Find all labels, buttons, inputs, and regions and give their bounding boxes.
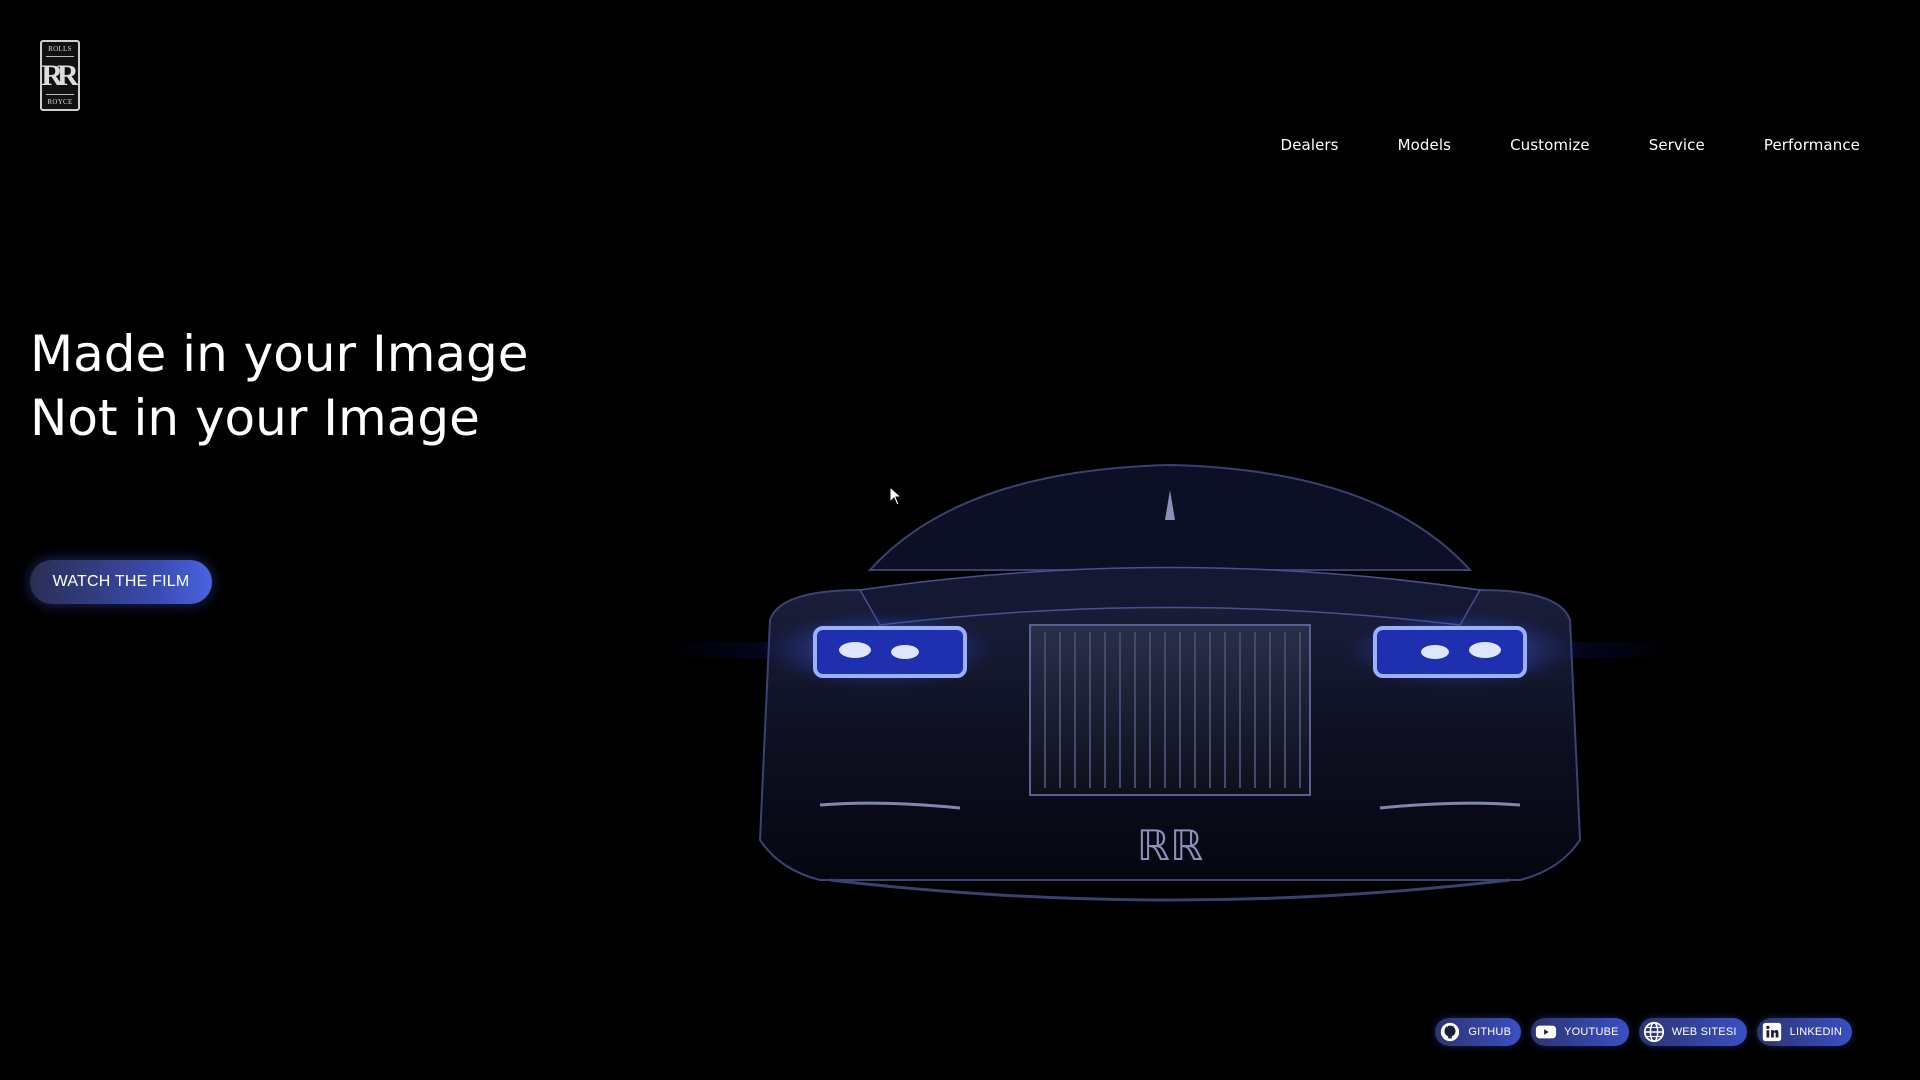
linkedin-label: LINKEDIN (1789, 1026, 1842, 1038)
github-label: GITHUB (1468, 1026, 1512, 1038)
logo-rule (46, 55, 74, 57)
website-link[interactable]: WEB SITESI (1638, 1018, 1747, 1046)
logo-bottom-text: ROYCE (47, 98, 73, 106)
linkedin-link[interactable]: LINKEDIN (1756, 1018, 1852, 1046)
svg-text:ℝℝ: ℝℝ (1137, 824, 1204, 870)
nav-models[interactable]: Models (1398, 132, 1451, 158)
github-link[interactable]: GITHUB (1435, 1018, 1522, 1046)
nav-performance[interactable]: Performance (1764, 132, 1860, 158)
logo-top-text: ROLLS (48, 45, 72, 53)
hero-line-2: Not in your Image (30, 389, 480, 447)
nav-customize[interactable]: Customize (1510, 132, 1590, 158)
logo-rule (46, 94, 74, 96)
youtube-link[interactable]: YOUTUBE (1531, 1018, 1629, 1046)
hero-line-1: Made in your Image (30, 325, 529, 383)
car-front-illustration: ℝℝ (660, 463, 1680, 902)
watch-the-film-button[interactable]: WATCH THE FILM (30, 560, 212, 604)
youtube-icon (1536, 1025, 1557, 1039)
nav-service[interactable]: Service (1649, 132, 1705, 158)
rolls-royce-logo[interactable]: ROLLS RR ROYCE (40, 40, 80, 111)
linkedin-icon (1762, 1022, 1781, 1042)
nav-dealers[interactable]: Dealers (1281, 132, 1339, 158)
top-navigation: Dealers Models Customize Service Perform… (1222, 132, 1860, 158)
github-icon (1441, 1022, 1460, 1042)
hero-headline: Made in your Image Not in your Image (30, 322, 529, 450)
logo-monogram: RR (41, 58, 78, 92)
social-links: GITHUB YOUTUBE WEB SITESI LINKEDIN (1435, 1018, 1852, 1046)
globe-icon (1643, 1021, 1664, 1043)
website-label: WEB SITESI (1671, 1026, 1737, 1038)
youtube-label: YOUTUBE (1564, 1026, 1619, 1038)
